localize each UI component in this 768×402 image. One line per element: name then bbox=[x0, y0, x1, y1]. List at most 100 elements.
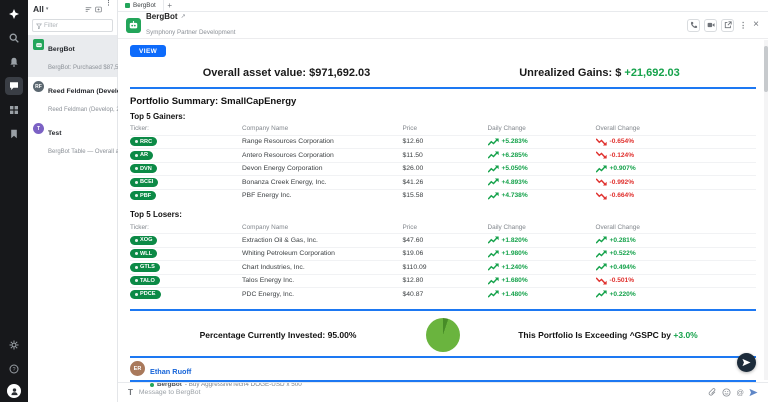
ticker-chip[interactable]: WLL bbox=[130, 249, 157, 258]
gainer-row: PBF PBF Energy Inc. $15.58 +4.738% -0.66… bbox=[130, 189, 756, 203]
trend-icon bbox=[488, 263, 499, 271]
trend-icon bbox=[596, 263, 607, 271]
compose-icon[interactable] bbox=[95, 0, 102, 18]
user-message: ER Ethan Ruoff BergBot - Buy AggressiveT… bbox=[118, 358, 768, 380]
summary-figures: Overall asset value: $971,692.03 Unreali… bbox=[130, 67, 756, 79]
overall-change: +0.907% bbox=[596, 165, 757, 173]
applications-grid-icon[interactable] bbox=[5, 101, 23, 119]
ticker-chip[interactable]: PBF bbox=[130, 191, 156, 200]
gainer-row: AR Antero Resources Corporation $11.50 +… bbox=[130, 148, 756, 162]
loser-row: PDCE PDC Energy, Inc. $40.87 +1.480% +0.… bbox=[130, 287, 756, 301]
company-name: PDC Energy, Inc. bbox=[242, 291, 403, 298]
cashtag-icon bbox=[135, 140, 138, 143]
user-avatar[interactable]: ER bbox=[130, 361, 145, 376]
app-window: ? All ▾ ⋮ BergBot BergBot: Purchased $87… bbox=[0, 0, 768, 402]
profile-avatar[interactable] bbox=[7, 384, 21, 398]
table-header: Ticker:Company NamePriceDaily ChangeOver… bbox=[130, 123, 756, 135]
call-button[interactable] bbox=[687, 19, 700, 32]
conversation-sidebar: All ▾ ⋮ BergBot BergBot: Purchased $87,5… bbox=[28, 0, 118, 402]
ticker-chip[interactable]: TALO bbox=[130, 276, 160, 285]
loser-row: GTLS Chart Industries, Inc. $110.09 +1.2… bbox=[130, 260, 756, 274]
scrollbar[interactable] bbox=[764, 40, 768, 380]
losers-title: Top 5 Losers: bbox=[130, 210, 756, 219]
price-value: $40.87 bbox=[403, 291, 488, 298]
external-link-icon[interactable]: ↗ bbox=[181, 13, 186, 20]
view-button[interactable]: VIEW bbox=[130, 45, 166, 57]
conversation-item-bergbot[interactable]: BergBot BergBot: Purchased $87,500 share… bbox=[28, 35, 117, 77]
company-name: Range Resources Corporation bbox=[242, 138, 403, 145]
trend-icon bbox=[596, 138, 607, 146]
price-value: $26.00 bbox=[403, 165, 488, 172]
emoji-icon[interactable] bbox=[722, 384, 731, 402]
ticker-chip[interactable]: DVN bbox=[130, 164, 157, 173]
video-call-button[interactable] bbox=[704, 19, 717, 32]
user-avatar: RF bbox=[33, 81, 44, 92]
notifications-bell-icon[interactable] bbox=[5, 53, 23, 71]
conversation-name: BergBot bbox=[48, 46, 75, 53]
filter-chats-input[interactable] bbox=[44, 22, 109, 29]
company-name: Extraction Oil & Gas, Inc. bbox=[242, 237, 403, 244]
price-value: $110.09 bbox=[403, 264, 488, 271]
search-icon[interactable] bbox=[5, 29, 23, 47]
ticker-chip[interactable]: AR bbox=[130, 151, 153, 160]
symphony-logo-icon bbox=[5, 5, 23, 23]
chat-main: BergBot + BergBot ↗ Symphony Partner Dev… bbox=[118, 0, 768, 402]
company-name: Talos Energy Inc. bbox=[242, 277, 403, 284]
gainer-row: DVN Devon Energy Corporation $26.00 +5.0… bbox=[130, 162, 756, 176]
app-rail: ? bbox=[0, 0, 28, 402]
scroll-to-latest-button[interactable] bbox=[737, 353, 756, 372]
help-icon[interactable]: ? bbox=[5, 360, 23, 378]
cashtag-icon bbox=[135, 252, 138, 255]
sidebar-filter-title[interactable]: All bbox=[33, 4, 44, 14]
message-author[interactable]: Ethan Ruoff bbox=[150, 367, 191, 376]
ticker-chip[interactable]: RRC bbox=[130, 137, 157, 146]
ticker-chip[interactable]: XOG bbox=[130, 236, 157, 245]
more-icon[interactable]: ⋮ bbox=[105, 0, 112, 18]
attachment-icon[interactable] bbox=[708, 384, 717, 402]
tab-bar: BergBot + bbox=[118, 0, 768, 12]
overall-change: -0.992% bbox=[596, 178, 757, 186]
daily-change: +1.820% bbox=[488, 236, 596, 244]
daily-change: +4.893% bbox=[488, 178, 596, 186]
new-tab-button[interactable]: + bbox=[164, 0, 176, 11]
trend-icon bbox=[488, 277, 499, 285]
mention-icon[interactable]: @ bbox=[736, 388, 744, 397]
cashtag-icon bbox=[135, 194, 138, 197]
settings-gear-icon[interactable] bbox=[5, 336, 23, 354]
daily-change: +1.980% bbox=[488, 250, 596, 258]
chat-title: BergBot bbox=[146, 12, 178, 21]
more-options-icon[interactable]: ⋮ bbox=[738, 21, 748, 30]
company-name: Devon Energy Corporation bbox=[242, 165, 403, 172]
export-pop-out-button[interactable] bbox=[721, 19, 734, 32]
conversation-item-test[interactable]: T Test BergBot Table — Overall asset val… bbox=[28, 119, 117, 161]
overall-asset-value: Overall asset value: $971,692.03 bbox=[130, 67, 443, 79]
sort-icon[interactable] bbox=[85, 0, 92, 18]
cashtag-icon bbox=[135, 154, 138, 157]
ticker-chip[interactable]: GTLS bbox=[130, 263, 160, 272]
gains-amount: +21,692.03 bbox=[624, 67, 679, 79]
message-input[interactable] bbox=[139, 389, 702, 396]
text-format-icon[interactable]: T bbox=[128, 388, 133, 397]
company-name: Antero Resources Corporation bbox=[242, 152, 403, 159]
ticker-chip[interactable]: PDCE bbox=[130, 290, 161, 299]
chats-icon[interactable] bbox=[5, 77, 23, 95]
trend-icon bbox=[596, 192, 607, 200]
loser-row: WLL Whiting Petroleum Corporation $19.06… bbox=[130, 247, 756, 261]
price-value: $47.60 bbox=[403, 237, 488, 244]
ticker-chip[interactable]: BCEI bbox=[130, 178, 158, 187]
company-name: Bonanza Creek Energy, Inc. bbox=[242, 179, 403, 186]
bot-message-card: VIEW Overall asset value: $971,692.03 Un… bbox=[118, 39, 768, 356]
tab-bergbot[interactable]: BergBot bbox=[118, 0, 164, 11]
sidebar-header: All ▾ ⋮ bbox=[28, 0, 117, 18]
scrollbar-thumb[interactable] bbox=[764, 46, 768, 92]
trend-icon bbox=[488, 138, 499, 146]
send-button[interactable] bbox=[749, 384, 758, 402]
close-icon[interactable]: × bbox=[752, 20, 760, 30]
cashtag-icon bbox=[135, 239, 138, 242]
bookmarks-icon[interactable] bbox=[5, 125, 23, 143]
gainer-row: BCEI Bonanza Creek Energy, Inc. $41.26 +… bbox=[130, 175, 756, 189]
bot-tab-icon bbox=[125, 3, 130, 8]
conversation-item-reed-feldman[interactable]: RF Reed Feldman (Develop, 2) Reed Feldma… bbox=[28, 77, 117, 119]
trend-icon bbox=[488, 178, 499, 186]
chevron-down-icon[interactable]: ▾ bbox=[46, 6, 49, 12]
